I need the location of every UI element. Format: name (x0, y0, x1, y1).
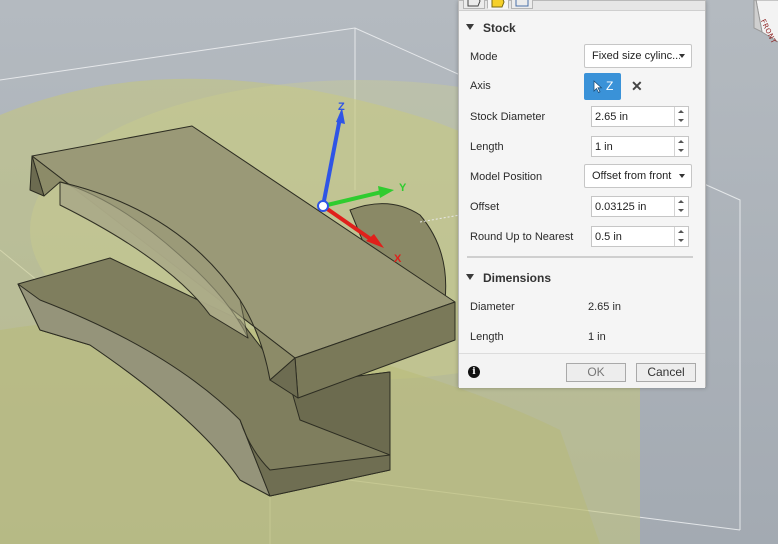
spin-down-icon (678, 239, 684, 242)
offset-label: Offset (470, 201, 500, 213)
stock-tab-icon (491, 0, 505, 8)
round-up-field[interactable] (591, 226, 689, 247)
dim-length-value: 1 in (588, 331, 606, 343)
axis-value: Z (606, 79, 614, 93)
spin-up-icon (678, 200, 684, 203)
cancel-button[interactable]: Cancel (636, 363, 696, 382)
collapse-triangle-icon[interactable] (466, 24, 474, 30)
close-icon[interactable]: ✕ (631, 78, 643, 95)
mode-value: Fixed size cylinc... (592, 50, 680, 62)
length-spinner[interactable] (674, 137, 688, 156)
round-up-spinner[interactable] (674, 227, 688, 246)
chevron-down-icon (679, 174, 685, 178)
stock-settings-panel: Stock Mode Fixed size cylinc... Axis Z ✕… (458, 0, 706, 388)
tab-pencil[interactable] (463, 0, 485, 9)
offset-input[interactable] (592, 197, 674, 216)
round-up-input[interactable] (592, 227, 674, 246)
length-label: Length (470, 141, 504, 153)
spin-up-icon (678, 230, 684, 233)
collapse-triangle-icon[interactable] (466, 274, 474, 280)
stock-diameter-label: Stock Diameter (470, 111, 546, 123)
origin-handle[interactable] (317, 200, 329, 212)
diameter-row: Diameter 2.65 in (459, 293, 705, 323)
mode-select[interactable]: Fixed size cylinc... (584, 44, 692, 68)
stock-diameter-spinner[interactable] (674, 107, 688, 126)
stock-diameter-row: Stock Diameter (459, 103, 705, 133)
section-divider (467, 256, 693, 258)
stock-diameter-input[interactable] (592, 107, 674, 126)
length-input[interactable] (592, 137, 674, 156)
axis-row: Axis Z ✕ (459, 72, 705, 102)
spin-down-icon (678, 119, 684, 122)
view-cube[interactable]: FRONT (748, 0, 778, 48)
mode-row: Mode Fixed size cylinc... (459, 43, 705, 73)
round-up-row: Round Up to Nearest (459, 223, 705, 253)
dim-length-label: Length (470, 331, 504, 343)
x-axis-label: X (394, 253, 402, 265)
z-axis-label: Z (338, 101, 345, 113)
round-up-label: Round Up to Nearest (470, 231, 574, 243)
model-position-row: Model Position Offset from front (459, 163, 705, 193)
post-tab-icon (515, 0, 529, 7)
panel-tab-bar (459, 0, 705, 11)
spin-up-icon (678, 110, 684, 113)
stock-diameter-field[interactable] (591, 106, 689, 127)
spin-down-icon (678, 209, 684, 212)
length-row: Length (459, 133, 705, 163)
tab-stock[interactable] (487, 0, 509, 9)
diameter-value: 2.65 in (588, 301, 622, 313)
dim-length-row: Length 1 in (459, 323, 705, 353)
stock-section-header[interactable]: Stock (459, 18, 705, 38)
mode-label: Mode (470, 51, 498, 63)
stock-section-title: Stock (483, 21, 516, 35)
offset-field[interactable] (591, 196, 689, 217)
panel-footer: i OK Cancel (459, 353, 705, 388)
length-field[interactable] (591, 136, 689, 157)
y-axis-label: Y (399, 182, 407, 194)
spin-up-icon (678, 140, 684, 143)
spin-down-icon (678, 149, 684, 152)
diameter-label: Diameter (470, 301, 515, 313)
tab-post[interactable] (511, 0, 533, 9)
model-position-value: Offset from front (592, 170, 672, 182)
ok-button[interactable]: OK (566, 363, 626, 382)
chevron-down-icon (679, 54, 685, 58)
cursor-arrow-icon (593, 80, 603, 93)
info-icon[interactable]: i (468, 366, 480, 378)
pencil-tab-icon (467, 0, 481, 7)
dimensions-section-title: Dimensions (483, 271, 552, 285)
model-position-label: Model Position (470, 171, 543, 183)
offset-row: Offset (459, 193, 705, 223)
axis-select-button[interactable]: Z (584, 73, 621, 100)
model-position-select[interactable]: Offset from front (584, 164, 692, 188)
offset-spinner[interactable] (674, 197, 688, 216)
axis-label: Axis (470, 80, 491, 92)
dimensions-section-header[interactable]: Dimensions (459, 268, 705, 288)
